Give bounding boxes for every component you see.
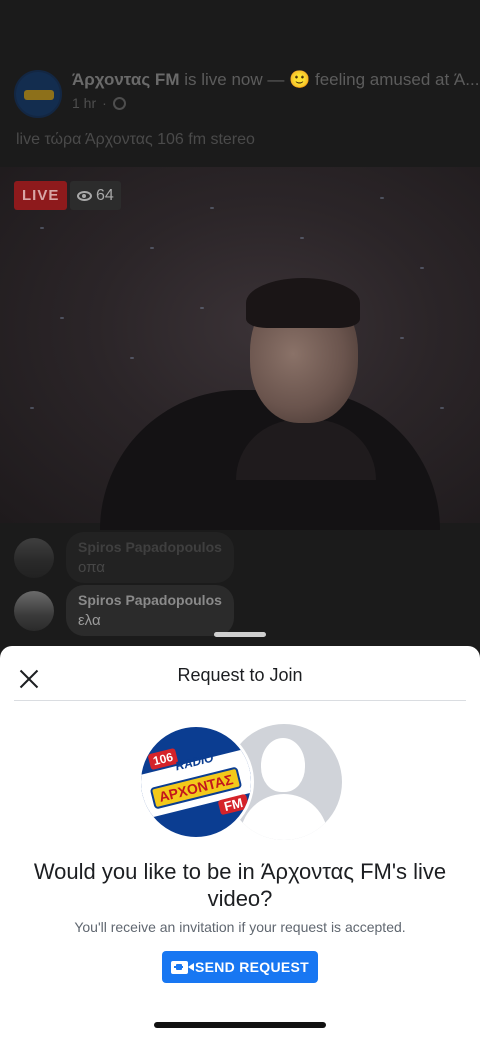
- comment-item: Spiros Papadopoulos ελα: [14, 585, 234, 636]
- comment-author[interactable]: Spiros Papadopoulos: [78, 539, 222, 555]
- avatar-group: 106 RADIO ΑΡΧΟΝΤΑΣ FM: [0, 724, 480, 842]
- sheet-title: Request to Join: [177, 665, 303, 685]
- viewer-count-badge: 64: [70, 181, 121, 210]
- comment-author[interactable]: Spiros Papadopoulos: [78, 592, 222, 608]
- page-avatar[interactable]: [14, 70, 62, 118]
- comment-avatar[interactable]: [14, 538, 54, 578]
- screen: Άρχοντας FM is live now — 🙂 feeling amus…: [0, 0, 480, 1039]
- post-meta: 1 hr ·: [72, 95, 126, 111]
- comment-text: οπα: [78, 559, 105, 576]
- video-camera-plus-icon: [170, 960, 194, 974]
- viewer-count: 64: [96, 186, 114, 204]
- post-status: is live now — 🙂 feeling amused at Ά...: [184, 70, 480, 89]
- sheet-divider: [14, 700, 466, 701]
- eye-icon: [77, 190, 92, 201]
- post-title: Άρχοντας FM is live now — 🙂 feeling amus…: [72, 70, 479, 90]
- join-question: Would you like to be in Άρχοντας FM's li…: [33, 859, 447, 911]
- request-to-join-sheet: Request to Join 106 RADIO ΑΡΧΟΝΤΑΣ FM Wo…: [0, 646, 480, 1039]
- comment-avatar[interactable]: [14, 591, 54, 631]
- comment-item: Spiros Papadopoulos οπα: [14, 532, 234, 583]
- radio-logo: 106 RADIO ΑΡΧΟΝΤΑΣ FM: [138, 724, 254, 840]
- user-silhouette-head: [261, 738, 305, 792]
- comment-bubble: Spiros Papadopoulos οπα: [66, 532, 234, 583]
- post-time: 1 hr: [72, 95, 97, 111]
- home-indicator: [154, 1022, 326, 1028]
- presenter-hair: [246, 278, 360, 328]
- live-badge: LIVE: [14, 181, 68, 210]
- post-caption: live τώρα Άρχοντας 106 fm stereo: [16, 131, 255, 148]
- comment-text: ελα: [78, 612, 101, 629]
- globe-icon: [112, 96, 126, 110]
- user-silhouette-shoulders: [240, 794, 328, 840]
- send-request-label: SEND REQUEST: [194, 959, 310, 975]
- join-subtext: You'll receive an invitation if your req…: [74, 919, 406, 935]
- sheet-grabber[interactable]: [214, 632, 266, 637]
- meta-separator: ·: [102, 95, 107, 111]
- page-name[interactable]: Άρχοντας FM: [72, 70, 179, 89]
- comment-bubble: Spiros Papadopoulos ελα: [66, 585, 234, 636]
- send-request-button[interactable]: SEND REQUEST: [162, 951, 318, 983]
